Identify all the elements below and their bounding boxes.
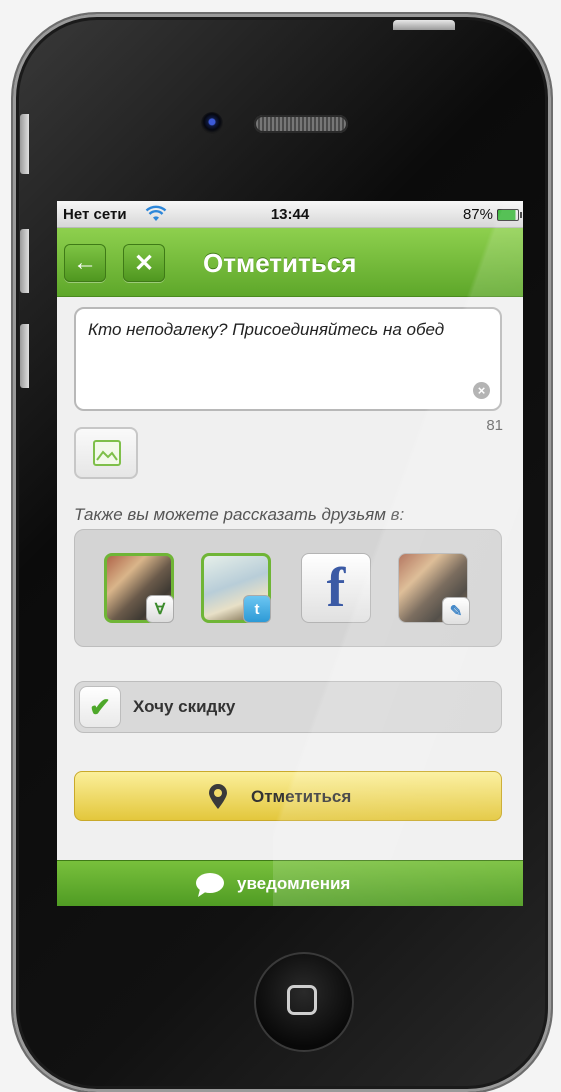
app-screen: Нет сети 13:44 87% ← ✕ Отметиться Кто не…: [57, 201, 523, 906]
discount-label: Хочу скидку: [133, 697, 236, 716]
add-photo-button[interactable]: [74, 427, 138, 479]
home-square-icon: [287, 985, 317, 1015]
volume-down-button: [20, 324, 29, 388]
mute-switch: [20, 114, 29, 174]
battery-percent: 87%: [462, 205, 493, 223]
pen-badge-icon: ✎: [442, 597, 470, 625]
speech-bubble-icon: [196, 873, 224, 897]
share-other-service-toggle[interactable]: ✎: [398, 553, 470, 625]
status-bar: Нет сети 13:44 87%: [57, 201, 523, 228]
share-facebook-toggle[interactable]: f: [301, 553, 371, 623]
share-services-panel: ∀ t f ✎: [74, 529, 502, 647]
share-twitter-toggle[interactable]: t: [201, 553, 271, 623]
home-button[interactable]: [254, 952, 354, 1052]
notifications-bar[interactable]: уведомления: [57, 860, 523, 906]
checkin-button-label: Отметиться: [251, 787, 352, 806]
checkmark-icon: ✔: [89, 691, 111, 722]
image-icon: [93, 440, 121, 466]
share-vkontakte-toggle[interactable]: ∀: [104, 553, 174, 623]
checkin-form: Кто неподалеку? Присоединяйтесь на обед …: [57, 297, 523, 860]
char-counter: 81: [486, 417, 503, 434]
power-button: [393, 20, 455, 30]
status-message-text: Кто неподалеку? Присоединяйтесь на обед: [88, 320, 445, 339]
earpiece-speaker: [254, 115, 348, 133]
front-camera: [201, 112, 223, 134]
battery-icon: [497, 209, 522, 221]
close-button[interactable]: ✕: [123, 244, 165, 282]
twitter-badge-icon: t: [243, 595, 271, 623]
checkin-button[interactable]: Отметиться: [74, 771, 502, 821]
notifications-label: уведомления: [237, 874, 351, 893]
clear-text-icon[interactable]: ×: [473, 382, 490, 399]
back-button[interactable]: ←: [64, 244, 106, 282]
share-caption: Также вы можете рассказать друзьям в:: [74, 505, 405, 524]
clock: 13:44: [270, 205, 310, 223]
discount-checkbox[interactable]: ✔: [79, 686, 121, 728]
facebook-icon: f: [326, 557, 346, 619]
arrow-left-icon: ←: [73, 249, 97, 276]
close-icon: ✕: [133, 249, 155, 277]
status-message-field[interactable]: Кто неподалеку? Присоединяйтесь на обед …: [74, 307, 502, 411]
discount-toggle-row[interactable]: ✔ Хочу скидку: [74, 681, 502, 733]
location-pin-icon: [209, 784, 227, 809]
vkontakte-badge-icon: ∀: [146, 595, 174, 623]
volume-up-button: [20, 229, 29, 293]
page-title: Отметиться: [203, 248, 357, 278]
navigation-bar: ← ✕ Отметиться: [57, 228, 523, 297]
